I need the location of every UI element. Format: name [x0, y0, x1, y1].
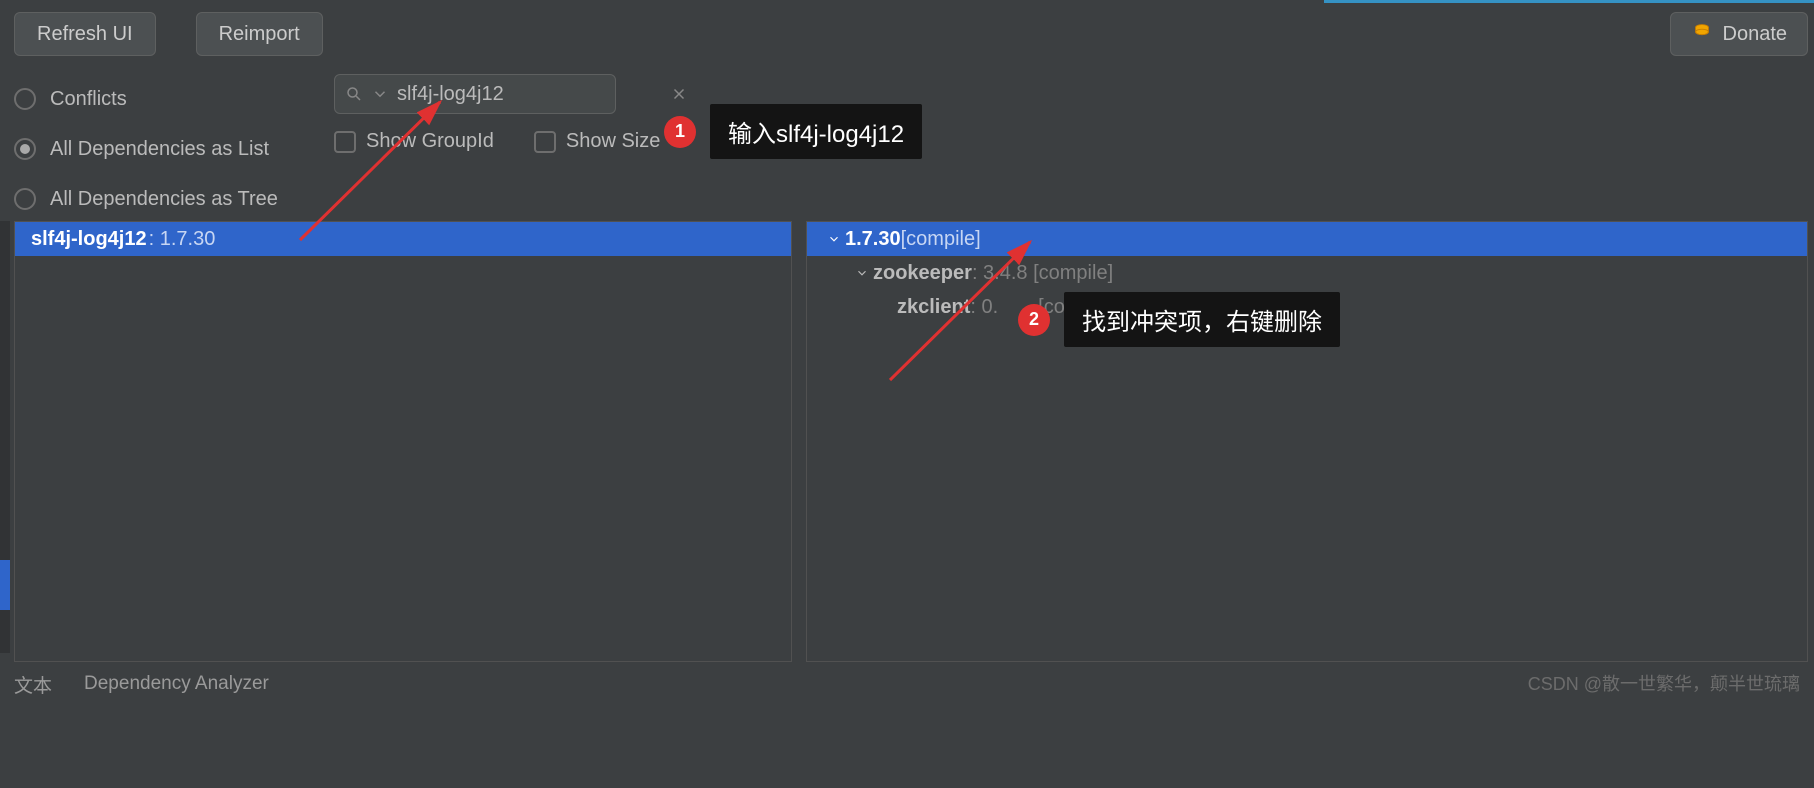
donate-icon	[1691, 20, 1713, 48]
show-groupid-label: Show GroupId	[366, 130, 494, 153]
donate-label: Donate	[1723, 23, 1788, 46]
show-size-label: Show Size	[566, 130, 661, 153]
refresh-ui-button[interactable]: Refresh UI	[14, 12, 156, 56]
checkbox-group: Show GroupId Show Size	[334, 130, 660, 153]
search-icon	[345, 85, 363, 103]
annotation-step-2: 2 找到冲突项，右键删除	[1018, 292, 1340, 347]
top-active-indicator	[1324, 0, 1814, 3]
tree-child1-name: zookeeper	[873, 262, 972, 285]
step-text-2: 找到冲突项，右键删除	[1064, 292, 1340, 347]
watermark: CSDN @散一世繁华，颠半世琉璃	[1528, 670, 1800, 696]
panels: slf4j-log4j12 : 1.7.30 1.7.30 [compile] …	[14, 221, 1808, 662]
annotation-step-1: 1 输入slf4j-log4j12	[664, 104, 922, 159]
dep-version: : 1.7.30	[149, 228, 216, 251]
tree-root-version: 1.7.30	[845, 228, 901, 251]
left-gutter-selection	[0, 560, 10, 610]
radio-all-list-label[interactable]: All Dependencies as List	[50, 138, 269, 161]
checkbox-box	[534, 131, 556, 153]
radio-conflicts[interactable]	[14, 88, 36, 110]
dependency-tree-panel[interactable]: 1.7.30 [compile] zookeeper : 3.4.8 [comp…	[806, 221, 1808, 662]
tree-root-scope: [compile]	[901, 228, 981, 251]
tree-child2-name: zkclient	[897, 296, 970, 319]
step-badge-1: 1	[664, 116, 696, 148]
footer-tab-dep-analyzer[interactable]: Dependency Analyzer	[84, 673, 269, 695]
chevron-down-icon[interactable]	[823, 232, 845, 246]
footer-tab-text[interactable]: 文本	[14, 671, 52, 698]
radio-all-tree-label[interactable]: All Dependencies as Tree	[50, 188, 278, 211]
search-field[interactable]	[334, 74, 616, 114]
search-input[interactable]	[397, 83, 662, 106]
radio-all-list[interactable]	[14, 138, 36, 160]
tree-row[interactable]: zookeeper : 3.4.8 [compile]	[807, 256, 1807, 290]
reimport-button[interactable]: Reimport	[196, 12, 323, 56]
donate-button[interactable]: Donate	[1670, 12, 1809, 56]
list-item[interactable]: slf4j-log4j12 : 1.7.30	[15, 222, 791, 256]
radio-all-tree[interactable]	[14, 188, 36, 210]
checkbox-box	[334, 131, 356, 153]
radio-conflicts-label[interactable]: Conflicts	[50, 88, 127, 111]
tree-child2-rest-a: : 0.	[970, 296, 998, 319]
tree-row-root[interactable]: 1.7.30 [compile]	[807, 222, 1807, 256]
step-text-1: 输入slf4j-log4j12	[710, 104, 922, 159]
step-badge-2: 2	[1018, 304, 1050, 336]
show-size-checkbox[interactable]: Show Size	[534, 130, 661, 153]
show-groupid-checkbox[interactable]: Show GroupId	[334, 130, 494, 153]
toolbar: Refresh UI Reimport	[14, 12, 323, 56]
dep-name: slf4j-log4j12	[31, 228, 147, 251]
clear-icon[interactable]	[670, 85, 688, 103]
dependency-list-panel[interactable]: slf4j-log4j12 : 1.7.30	[14, 221, 792, 662]
chevron-down-icon[interactable]	[851, 266, 873, 280]
tree-child1-rest: : 3.4.8 [compile]	[972, 262, 1113, 285]
chevron-down-icon[interactable]	[371, 85, 389, 103]
